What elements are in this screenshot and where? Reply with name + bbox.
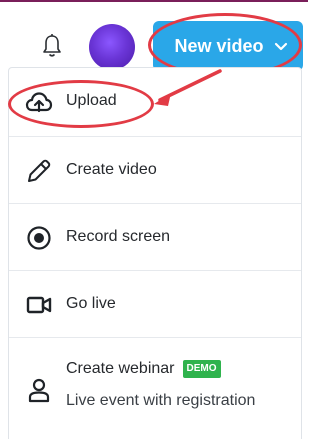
menu-item-create-video[interactable]: Create video bbox=[9, 137, 301, 203]
menu-item-create-webinar[interactable]: Create webinar DEMO Live event with regis… bbox=[9, 338, 301, 438]
create-webinar-label: Create webinar bbox=[66, 360, 175, 377]
person-icon bbox=[28, 378, 50, 403]
menu-item-label: Create webinar DEMO bbox=[66, 360, 221, 380]
menu-item-sublabel: Live event with registration bbox=[66, 392, 256, 409]
menu-item-label: Create video bbox=[66, 161, 157, 178]
annotation-arrow bbox=[154, 69, 222, 106]
demo-badge: DEMO bbox=[182, 360, 221, 378]
pencil-icon bbox=[28, 159, 51, 182]
menu-item-go-live[interactable]: Go live bbox=[9, 271, 301, 337]
video-camera-icon bbox=[26, 296, 52, 314]
avatar[interactable] bbox=[89, 24, 135, 70]
bell-icon[interactable] bbox=[41, 33, 63, 59]
menu-item-label: Record screen bbox=[66, 228, 171, 245]
record-icon bbox=[27, 226, 51, 250]
menu-item-record-screen[interactable]: Record screen bbox=[9, 204, 301, 270]
menu-item-label: Go live bbox=[66, 295, 116, 312]
top-border-line bbox=[0, 0, 308, 2]
annotation-ellipse-upload bbox=[8, 80, 154, 128]
